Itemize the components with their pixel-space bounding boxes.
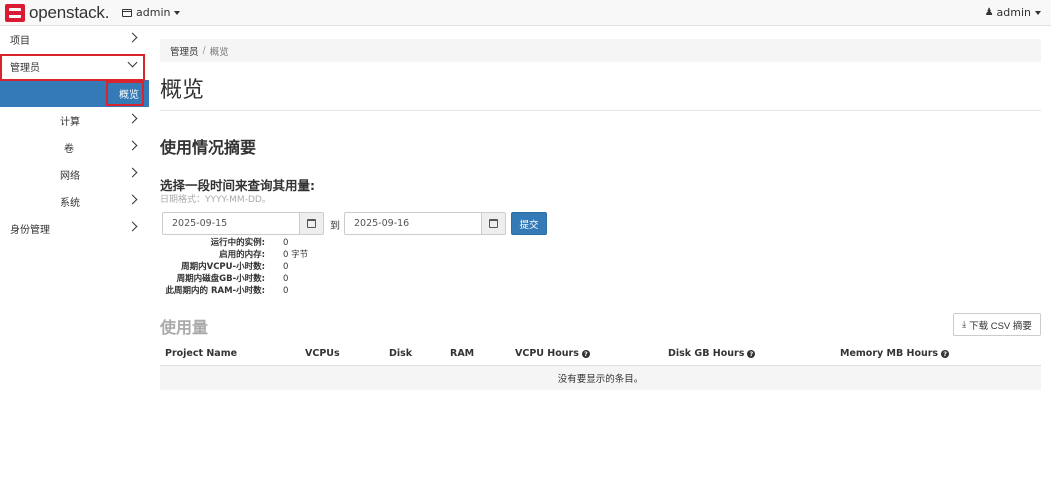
title-divider <box>160 110 1041 111</box>
column-header-memory-mb-hours[interactable]: Memory MB Hours ? <box>840 348 950 359</box>
openstack-logo-icon <box>5 4 25 22</box>
column-header-vcpus[interactable]: VCPUs <box>305 348 340 359</box>
sidebar-item-project[interactable]: 项目 <box>0 26 149 53</box>
end-date-calendar-button[interactable] <box>481 212 506 235</box>
usage-stats: 运行中的实例: 0 启用的内存: 0 字节 周期内VCPU-小时数: 0 周期内… <box>160 237 309 297</box>
sidebar-item-label: 身份管理 <box>10 225 50 236</box>
date-range-to-label: 到 <box>330 221 340 232</box>
project-dropdown-label: admin <box>136 6 171 19</box>
sidebar-item-label: 项目 <box>10 36 30 47</box>
stat-label: 周期内磁盘GB-小时数: <box>176 274 265 284</box>
usage-table: Project Name VCPUs Disk RAM VCPU Hours ?… <box>160 341 1041 390</box>
calendar-icon <box>307 219 316 228</box>
stat-label: 此周期内的 RAM-小时数: <box>165 286 265 296</box>
page-title: 概览 <box>160 78 205 103</box>
sidebar-item-compute[interactable]: 计算 <box>0 107 149 134</box>
chevron-right-icon <box>127 167 138 178</box>
stat-label: 周期内VCPU-小时数: <box>181 262 265 272</box>
date-format-hint: 日期格式：YYYY-MM-DD。 <box>160 195 271 205</box>
sidebar-nav: 项目 管理员 概览 计算 卷 网络 系统 身份管理 <box>0 26 149 500</box>
column-header-label: VCPU Hours <box>515 348 579 359</box>
table-empty-row: 没有要显示的条目。 <box>160 366 1041 390</box>
stat-row-ram-hours: 此周期内的 RAM-小时数: 0 <box>160 285 308 297</box>
stat-row-disk-gb-hours: 周期内磁盘GB-小时数: 0 <box>160 273 308 285</box>
sidebar-item-network[interactable]: 网络 <box>0 161 149 188</box>
breadcrumb-separator: / <box>202 45 206 56</box>
help-icon[interactable]: ? <box>581 349 590 358</box>
column-header-project-name[interactable]: Project Name <box>165 348 237 359</box>
column-header-label: RAM <box>450 348 475 359</box>
chevron-right-icon <box>127 113 138 124</box>
sidebar-item-label: 系统 <box>60 198 80 209</box>
user-menu-dropdown[interactable]: ♟ admin <box>985 6 1041 19</box>
usage-table-heading: 使用量 <box>160 318 209 337</box>
sidebar-item-label: 计算 <box>60 117 80 128</box>
column-header-ram[interactable]: RAM <box>450 348 474 359</box>
download-csv-label: 下载 CSV 摘要 <box>969 320 1032 332</box>
chevron-right-icon <box>127 140 138 151</box>
stat-value: 0 <box>283 274 289 284</box>
caret-down-icon <box>174 10 181 15</box>
caret-down-icon <box>1035 10 1041 15</box>
start-date-picker: 2025-09-15 <box>162 212 324 235</box>
column-header-label: Disk <box>389 348 413 359</box>
openstack-logo[interactable]: openstack. <box>5 3 109 23</box>
sidebar-item-label: 概览 <box>119 90 139 101</box>
sidebar-item-label: 网络 <box>60 171 80 182</box>
breadcrumb-current: 概览 <box>209 46 229 58</box>
logo-text: openstack. <box>29 3 110 22</box>
sidebar-item-label: 卷 <box>64 144 74 155</box>
stat-row-running-instances: 运行中的实例: 0 <box>160 237 308 249</box>
column-header-disk[interactable]: Disk <box>389 348 412 359</box>
end-date-input[interactable]: 2025-09-16 <box>344 212 481 235</box>
project-dropdown[interactable]: admin <box>122 6 181 19</box>
sidebar-item-admin[interactable]: 管理员 <box>0 53 149 80</box>
column-header-label: Project Name <box>165 348 238 359</box>
stat-label: 运行中的实例: <box>210 238 265 248</box>
sidebar-item-system[interactable]: 系统 <box>0 188 149 215</box>
submit-button[interactable]: 提交 <box>511 212 547 235</box>
sidebar-item-label: 管理员 <box>10 63 40 74</box>
stat-row-ram-used: 启用的内存: 0 字节 <box>160 249 308 261</box>
top-navbar: openstack. admin ♟ admin <box>0 0 1051 26</box>
stat-value: 0 <box>283 262 289 272</box>
start-date-input[interactable]: 2025-09-15 <box>162 212 299 235</box>
usage-summary-heading: 使用情况摘要 <box>160 138 257 157</box>
column-header-disk-gb-hours[interactable]: Disk GB Hours ? <box>668 348 756 359</box>
column-header-label: Memory MB Hours <box>840 348 939 359</box>
help-icon[interactable]: ? <box>747 349 756 358</box>
column-header-label: VCPUs <box>305 348 340 359</box>
chevron-right-icon <box>127 221 138 232</box>
stat-value: 0 字节 <box>283 250 309 260</box>
chevron-down-icon <box>127 57 138 68</box>
download-icon: ⤓ <box>962 319 967 329</box>
table-header: Project Name VCPUs Disk RAM VCPU Hours ?… <box>160 341 1041 366</box>
chevron-right-icon <box>127 194 138 205</box>
calendar-icon <box>489 219 498 228</box>
sidebar-item-overview[interactable]: 概览 <box>0 80 149 107</box>
column-header-vcpu-hours[interactable]: VCPU Hours ? <box>515 348 590 359</box>
sidebar-item-volumes[interactable]: 卷 <box>0 134 149 161</box>
stat-row-vcpu-hours: 周期内VCPU-小时数: 0 <box>160 261 308 273</box>
stat-value: 0 <box>283 238 289 248</box>
sidebar-item-identity[interactable]: 身份管理 <box>0 215 149 242</box>
stat-label: 启用的内存: <box>219 250 265 260</box>
start-date-calendar-button[interactable] <box>299 212 324 235</box>
breadcrumb: 管理员 / 概览 <box>160 39 1041 62</box>
project-icon <box>122 8 132 17</box>
chevron-right-icon <box>127 32 138 43</box>
user-menu-label: admin <box>996 6 1031 19</box>
download-csv-button[interactable]: ⤓ 下载 CSV 摘要 <box>953 313 1041 336</box>
empty-message: 没有要显示的条目。 <box>557 374 644 385</box>
column-header-label: Disk GB Hours <box>668 348 745 359</box>
user-icon: ♟ <box>984 7 994 18</box>
end-date-picker: 2025-09-16 <box>344 212 506 235</box>
help-icon[interactable]: ? <box>941 349 950 358</box>
stat-value: 0 <box>283 286 289 296</box>
breadcrumb-admin-link[interactable]: 管理员 <box>170 44 199 58</box>
